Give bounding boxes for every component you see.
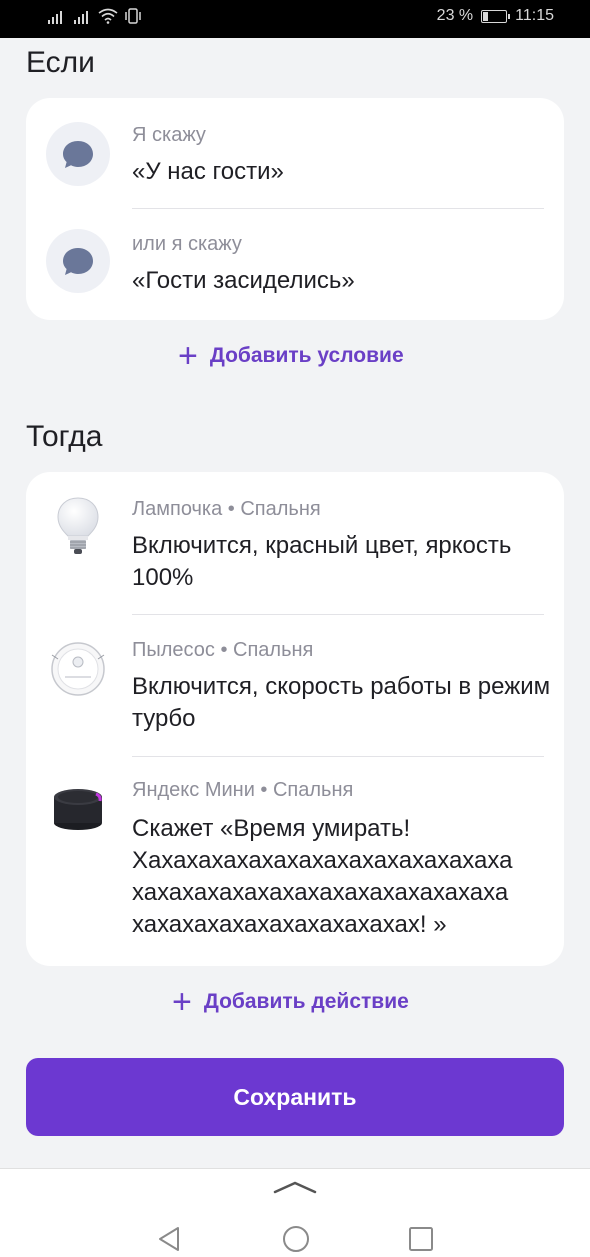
status-bar: 23 % 11:15 [0,0,590,38]
plus-icon: + [178,337,198,375]
action-row[interactable]: Пылесос • Спальня Включится, скорость ра… [26,615,564,756]
add-condition-button[interactable]: + Добавить условие [178,337,404,375]
wifi-icon [98,8,118,24]
back-icon[interactable] [156,1225,182,1253]
actions-card: Лампочка • Спальня Включится, красный цв… [26,472,564,966]
action-text: Включится, красный цвет, яркость 100% [132,532,512,591]
add-action-label: Добавить действие [203,990,409,1013]
chevron-up-icon[interactable] [271,1179,319,1195]
home-icon[interactable] [281,1224,311,1254]
add-condition-label: Добавить условие [209,344,404,367]
save-button[interactable]: Сохранить [26,1058,564,1136]
plus-icon: + [172,983,192,1021]
conditions-card: Я скажу «У нас гости» или я скажу «Гости… [26,98,564,320]
system-nav-bar [0,1168,590,1257]
status-right: 23 % 11:15 [437,7,554,25]
condition-label: Я скажу [132,124,206,146]
action-row[interactable]: Яндекс Мини • Спальня Скажет «Время умир… [26,757,564,966]
recents-icon[interactable] [407,1225,435,1253]
if-section-title: Если [26,46,95,79]
battery-percent: 23 % [436,7,474,24]
condition-row[interactable]: Я скажу «У нас гости» [26,98,564,208]
vibrate-icon [125,8,141,24]
condition-row[interactable]: или я скажу «Гости засиделись» [26,209,564,320]
signal-icon [74,10,88,24]
condition-phrase: «У нас гости» [132,158,284,185]
signal-indicators [48,8,142,24]
clock: 11:15 [515,7,554,24]
action-label: Лампочка • Спальня [132,498,321,520]
battery-icon [481,9,511,23]
lightbulb-icon [57,497,99,554]
action-text: Скажет «Время умирать! Хахахахахахахахах… [132,815,513,938]
condition-label: или я скажу [132,233,242,255]
smart-speaker-icon [54,789,102,830]
then-section-title: Тогда [26,420,103,453]
add-action-button[interactable]: + Добавить действие [172,983,409,1021]
action-label: Яндекс Мини • Спальня [132,779,354,801]
chat-bubble-icon [46,229,110,293]
robot-vacuum-icon [51,642,105,696]
action-text: Включится, скорость работы в режим турбо [132,673,551,732]
condition-phrase: «Гости засиделись» [132,267,355,294]
signal-icon [48,10,62,24]
battery-level [483,11,489,21]
action-label: Пылесос • Спальня [132,639,314,661]
chat-bubble-icon [46,122,110,186]
action-row[interactable]: Лампочка • Спальня Включится, красный цв… [26,472,564,614]
